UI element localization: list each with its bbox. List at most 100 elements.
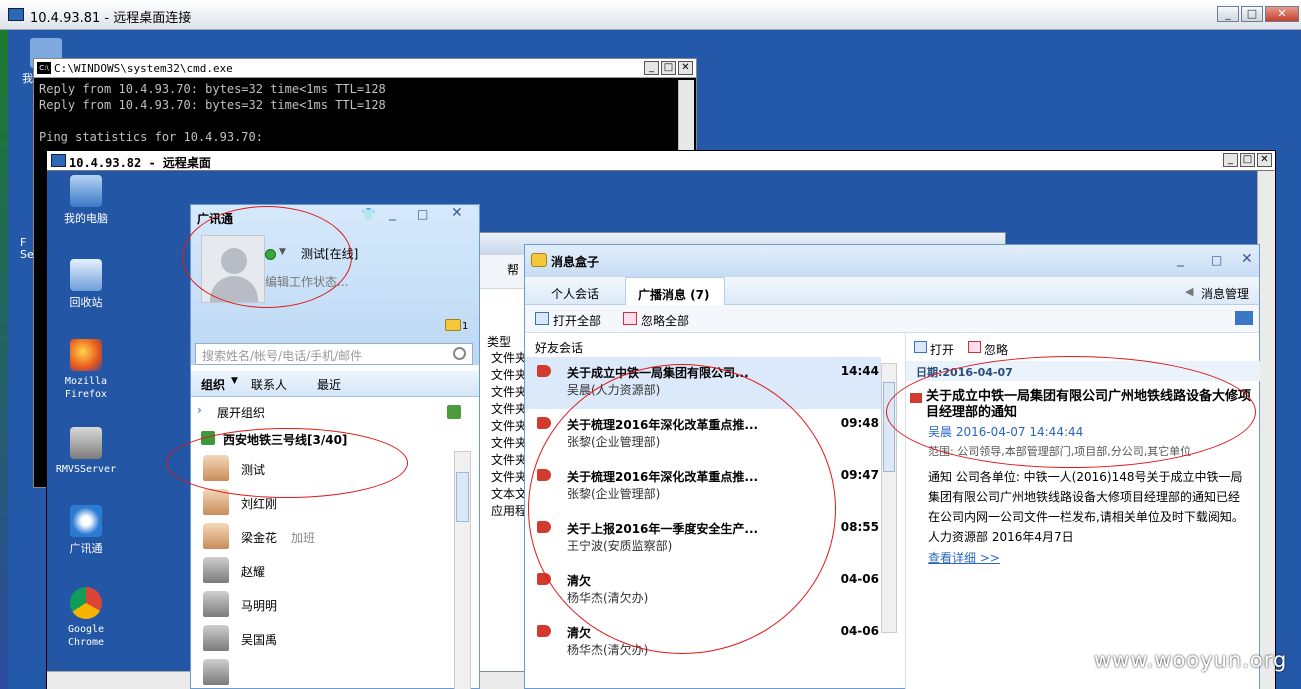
contact-item[interactable]: 梁金花 加班	[199, 521, 459, 553]
desktop-icon-recycle-bin[interactable]: 回收站	[49, 259, 123, 310]
explorer-row[interactable]: 文件夹	[491, 349, 527, 366]
explorer-row[interactable]: 文件夹	[491, 366, 527, 383]
explorer-row[interactable]: 应用程	[491, 502, 527, 519]
close-button[interactable]: ✕	[1265, 6, 1299, 22]
contact-avatar	[203, 625, 229, 651]
tab-contacts[interactable]: 联系人	[251, 376, 287, 393]
cmd-icon: C:\	[37, 62, 51, 74]
cmd-maximize-button[interactable]: □	[661, 61, 676, 75]
message-time: 04-06	[840, 572, 879, 586]
contact-item[interactable]	[199, 657, 459, 689]
tab-broadcast-active[interactable]: 广播消息 (7)	[625, 277, 725, 305]
ignore-all-icon[interactable]	[623, 312, 637, 325]
gxt-minimize-button[interactable]: _	[389, 205, 396, 221]
ignore-icon[interactable]	[968, 341, 981, 353]
chevron-down-icon[interactable]: ▼	[231, 376, 238, 386]
expand-organization[interactable]: 展开组织	[217, 404, 265, 421]
outer-rdp-titlebar[interactable]: 10.4.93.81 - 远程桌面连接 _ □ ✕	[0, 0, 1301, 30]
message-box-tabs: 个人会话 广播消息 (7) ◀ 消息管理器	[525, 277, 1259, 318]
contact-item[interactable]: 赵耀	[199, 555, 459, 587]
explorer-row[interactable]: 文件夹	[491, 400, 527, 417]
maximize-button[interactable]: □	[1241, 6, 1263, 22]
contact-avatar	[203, 523, 229, 549]
rdp-icon	[8, 8, 24, 21]
open-all-button[interactable]: 打开全部	[553, 312, 601, 329]
detail-body: 通知 公司各单位: 中铁一人(2016)148号关于成立中铁一局集团有限公司广州…	[928, 470, 1244, 544]
broadcast-icon	[537, 417, 551, 429]
cmd-minimize-button[interactable]: _	[644, 61, 659, 75]
inner-maximize-button[interactable]: □	[1240, 153, 1255, 167]
recycle-bin-icon	[70, 259, 102, 291]
contact-name: 赵耀	[241, 565, 266, 579]
desktop-icon-label: 广讯通	[69, 542, 103, 555]
message-count: 1	[462, 321, 469, 332]
search-placeholder: 搜索姓名/帐号/电话/手机/邮件	[202, 349, 363, 363]
message-box-titlebar[interactable]: 消息盒子 _ □ ✕	[525, 245, 1259, 277]
inner-minimize-button[interactable]: _	[1223, 153, 1238, 167]
explorer-row[interactable]: 文件夹	[491, 468, 527, 485]
explorer-column-header[interactable]: 类型	[487, 333, 511, 350]
contact-item[interactable]: 吴国禹	[199, 623, 459, 655]
firefox-icon	[70, 339, 102, 371]
contact-list-scrollbar[interactable]	[454, 451, 471, 689]
gxt-maximize-button[interactable]: □	[417, 207, 428, 221]
inner-close-button[interactable]: ✕	[1257, 153, 1272, 167]
mb-minimize-button[interactable]: _	[1177, 251, 1184, 267]
message-time: 04-06	[840, 624, 879, 638]
contact-search-input[interactable]: 搜索姓名/帐号/电话/手机/邮件	[195, 343, 473, 365]
desktop-icon-chrome[interactable]: Google Chrome	[49, 587, 123, 648]
view-toggle-icon[interactable]	[1235, 311, 1253, 325]
broadcast-icon	[537, 365, 551, 377]
inner-rdp-title: 10.4.93.82 - 远程桌面	[69, 156, 211, 170]
cmd-title: C:\WINDOWS\system32\cmd.exe	[54, 62, 233, 75]
gxt-close-button[interactable]: ✕	[451, 205, 463, 221]
cmd-titlebar[interactable]: C:\ C:\WINDOWS\system32\cmd.exe _ □ ✕	[34, 59, 696, 78]
mb-maximize-button[interactable]: □	[1211, 253, 1222, 267]
chevron-right-icon[interactable]: ›	[197, 403, 202, 417]
explorer-row[interactable]: 文件夹	[491, 417, 527, 434]
scrollbar-thumb[interactable]	[456, 472, 469, 522]
desktop-icon-label: 回收站	[69, 296, 103, 309]
outer-rdp-title: 10.4.93.81 - 远程桌面连接	[30, 11, 192, 26]
explorer-row[interactable]: 文件夹	[491, 383, 527, 400]
contact-avatar	[203, 557, 229, 583]
explorer-row[interactable]: 文件夹	[491, 434, 527, 451]
explorer-row[interactable]: 文本文	[491, 485, 527, 502]
message-time: 08:55	[840, 520, 879, 534]
add-contact-icon[interactable]	[447, 405, 461, 419]
tab-broadcast-label: 广播消息 (7)	[638, 288, 710, 302]
shirt-icon[interactable]: 👕	[361, 207, 376, 221]
mb-close-button[interactable]: ✕	[1241, 251, 1253, 267]
desktop-icon-label: RMVSServer	[55, 464, 117, 475]
ignore-all-button[interactable]: 忽略全部	[641, 312, 689, 329]
open-icon[interactable]	[914, 341, 927, 353]
explorer-menu-item[interactable]: 帮	[507, 261, 519, 278]
explorer-row[interactable]: 文件夹	[491, 451, 527, 468]
desktop-icon-firefox[interactable]: Mozilla Firefox	[49, 339, 123, 400]
computer-icon	[70, 175, 102, 207]
open-button[interactable]: 打开	[930, 341, 954, 358]
minimize-button[interactable]: _	[1217, 6, 1239, 22]
tab-personal-chat[interactable]: 个人会话	[551, 285, 599, 302]
open-all-icon[interactable]	[535, 312, 549, 325]
cmd-output-line: Reply from 10.4.93.70: bytes=32 time<1ms…	[39, 82, 386, 96]
outer-desktop-edge	[0, 30, 8, 689]
desktop-icon-gxt[interactable]: 广讯通	[49, 505, 123, 556]
view-details-link[interactable]: 查看详细 >>	[928, 549, 1000, 566]
tab-recent[interactable]: 最近	[317, 376, 341, 393]
inner-rdp-titlebar[interactable]: 10.4.93.82 - 远程桌面 _ □ ✕	[47, 151, 1275, 171]
message-box-icon	[531, 253, 547, 267]
annotation-circle	[182, 206, 352, 308]
cmd-close-button[interactable]: ✕	[678, 61, 693, 75]
desktop-icon-label: Mozilla Firefox	[64, 376, 108, 400]
watermark: www.wooyun.org	[1094, 648, 1288, 672]
contact-item[interactable]: 马明明	[199, 589, 459, 621]
desktop-icon-computer[interactable]: 我的电脑	[49, 175, 123, 226]
ignore-button[interactable]: 忽略	[984, 341, 1008, 358]
search-icon[interactable]	[453, 347, 466, 360]
tab-organization[interactable]: 组织	[201, 376, 225, 393]
message-icon[interactable]	[445, 319, 461, 331]
desktop-icon-server[interactable]: RMVSServer	[49, 427, 123, 475]
annotation-circle	[886, 356, 1256, 468]
contact-name: 马明明	[241, 599, 278, 613]
